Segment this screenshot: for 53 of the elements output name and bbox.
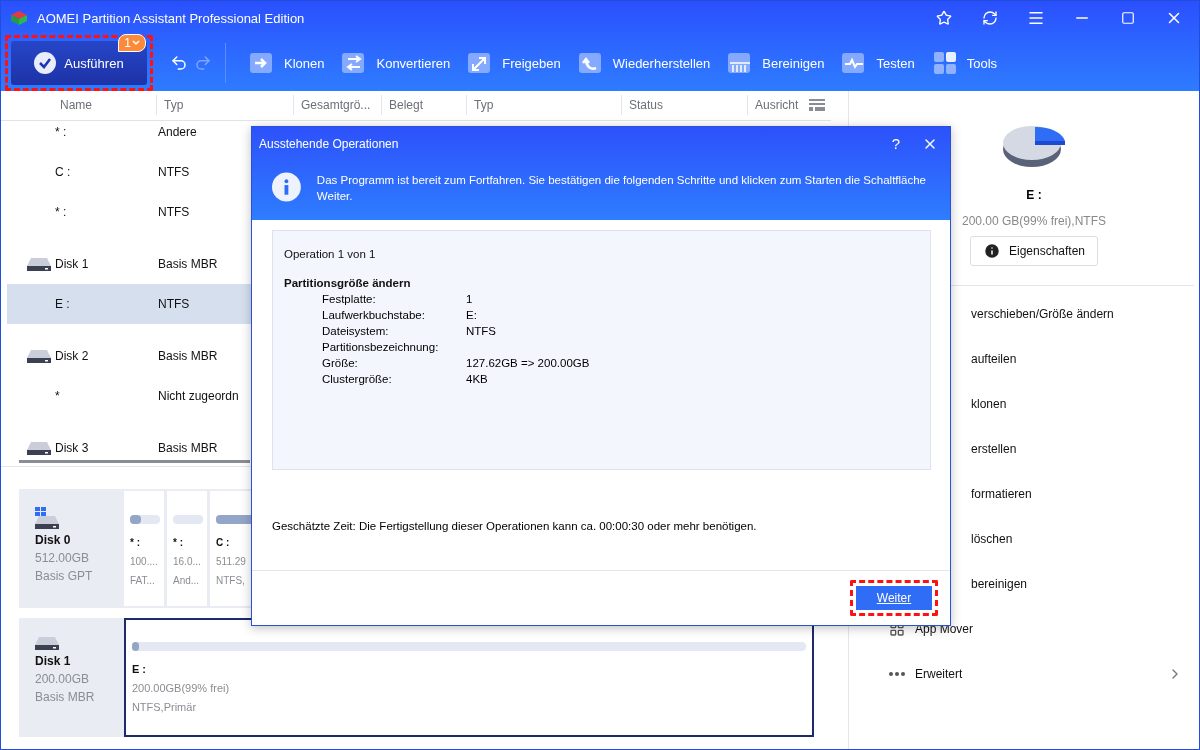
name-cell-text: * : [55,204,68,219]
window-title: AOMEI Partition Assistant Professional Edition [37,10,306,26]
estimate-text: Geschätzte Zeit: Die Fertigstellung dieser Operationen kann ca. 00:00:30 oder mehr benötigen. [272,520,758,532]
name-cell-text: Disk 1 [55,256,90,271]
name-cell-text: E : [55,296,71,311]
info-message: Das Programm ist bereit zum Fortfahren. Sie bestätigen die folgenden Schritte und klicken zum Starten die Schaltfläche Weiter. [316,173,927,204]
disk-size: 200.00GB [35,672,91,686]
partition-info: NTFS,Primär [131,701,198,714]
name-cell-text: Disk 3 [55,440,90,455]
partition-letter: * : [130,536,141,549]
detail-label: Dateisystem: [322,325,390,337]
disk-size: 512.00GB [35,551,91,565]
type-cell-text: Basis MBR [158,256,219,271]
detail-label: Festplatte: [322,293,377,305]
disk-style: Basis MBR [35,690,96,704]
partition-details: 200.00 GB(99% frei),NTFS [961,214,1107,228]
disk-style: Basis GPT [35,569,94,583]
name-cell-text: * [55,388,61,403]
detail-value: NTFS [466,325,497,337]
type-cell-text: Nicht zugeordn [158,388,240,403]
partition-info: NTFS, [216,574,246,587]
partition-info: And... [173,574,201,587]
partition-size: 16.0... [173,555,202,568]
type-cell-text: NTFS [158,296,191,311]
detail-label: Laufwerkbuchstabe: [322,309,426,321]
operation-counter: Operation 1 von 1 [284,248,377,260]
type-cell-text: Basis MBR [158,348,219,363]
detail-label: Clustergröße: [322,373,393,385]
name-cell-text: * : [55,124,68,139]
type-cell-text: NTFS [158,164,191,179]
partition-size: 200.00GB(99% frei) [131,682,231,695]
disk-name: Disk 0 [35,533,72,547]
detail-label: Größe: [322,357,359,369]
partition-size: 511.29 [216,555,247,568]
partition-letter: * : [173,536,184,549]
partition-letter: E : [131,663,147,676]
operation-title: Partitionsgröße ändern [284,277,412,289]
type-cell-text: Basis MBR [158,440,219,455]
detail-value: 1 [466,293,473,305]
partition-info: FAT... [130,574,156,587]
dialog-title: Ausstehende Operationen [259,136,400,151]
detail-value: E: [466,309,477,321]
name-cell-text: C : [55,164,72,179]
detail-label: Partitionsbezeichnung: [322,341,440,353]
name-cell-text: Disk 2 [55,348,90,363]
partition-size: 100.... [130,555,159,568]
detail-value: 127.62GB => 200.00GB [466,357,590,369]
partition-letter: C : [216,536,231,549]
partition-letter: E : [1026,188,1042,202]
detail-value: 4KB [466,373,488,385]
disk-name: Disk 1 [35,654,72,668]
type-cell-text: Andere [158,124,198,139]
type-cell-text: NTFS [158,204,191,219]
